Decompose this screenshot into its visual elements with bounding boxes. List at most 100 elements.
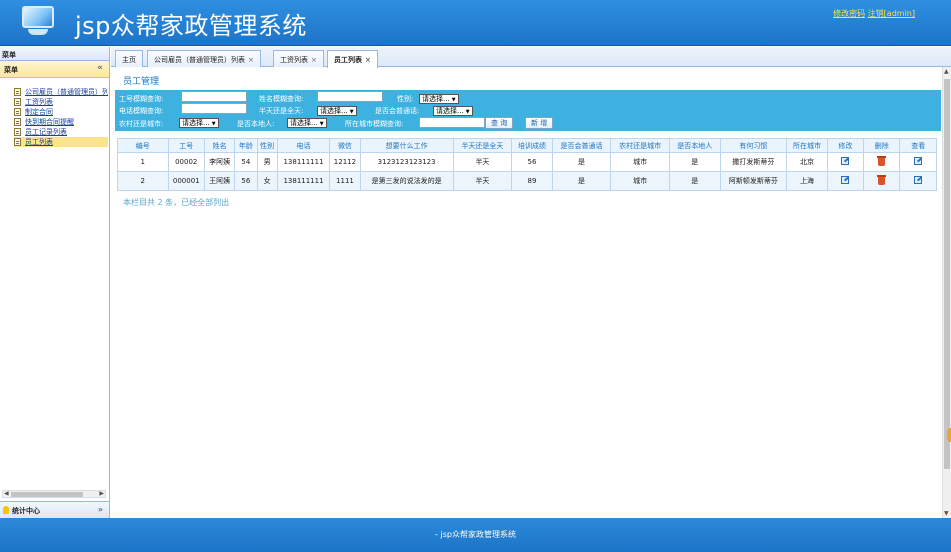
column-header: 编号	[117, 138, 169, 153]
sidebar-item-create-contract[interactable]: 制定合同	[14, 107, 108, 117]
close-icon[interactable]: ×	[248, 56, 254, 64]
stat-center-label: 统计中心	[12, 507, 40, 515]
column-header: 删除	[863, 138, 901, 153]
add-button[interactable]: 新 增	[525, 117, 554, 129]
table-cell: 138111111	[276, 152, 331, 172]
view-button[interactable]	[899, 152, 937, 172]
table-cell: 北京	[786, 152, 828, 172]
mandarin-label: 是否会普通话:	[375, 107, 420, 115]
sidebar-item-employee-admin-list[interactable]: 公司雇员（普通管理员）列表	[14, 87, 108, 97]
phone-input[interactable]	[181, 103, 247, 114]
view-icon[interactable]	[914, 176, 923, 184]
scroll-thumb[interactable]	[944, 79, 950, 469]
table-cell: 城市	[610, 152, 670, 172]
main-vertical-scrollbar[interactable]: ▲ ▼	[942, 67, 951, 518]
table-cell: 半天	[452, 152, 513, 172]
view-icon[interactable]	[914, 157, 923, 165]
table-cell: 是	[668, 171, 721, 191]
sidebar-header: 菜单	[0, 47, 109, 61]
column-header: 微信	[329, 138, 361, 153]
tab-salary-list[interactable]: 工资列表 ×	[273, 50, 324, 67]
sidebar: 菜单 菜单 « 公司雇员（普通管理员）列表 工资列表 制定合同 快到期合同提醒 …	[0, 47, 110, 518]
column-header: 培训成绩	[511, 138, 553, 153]
table-cell: 2	[117, 171, 169, 191]
sidebar-item-staff-list[interactable]: 员工列表	[14, 137, 108, 147]
column-header: 电话	[276, 138, 331, 153]
gender-select[interactable]: 请选择...	[419, 94, 459, 104]
stat-center-panel[interactable]: 统计中心 »	[0, 501, 109, 518]
column-header: 是否本地人	[668, 138, 721, 153]
tab-employee-admin-list[interactable]: 公司雇员（普通管理员）列表 ×	[147, 50, 261, 67]
edit-button[interactable]	[826, 171, 865, 191]
local-select[interactable]: 请选择...	[287, 118, 327, 128]
sidebar-item-staff-record-list[interactable]: 员工记录列表	[14, 127, 108, 137]
table-cell: 89	[511, 171, 553, 191]
edit-icon[interactable]	[841, 157, 850, 165]
table-cell: 138111111	[276, 171, 331, 191]
scroll-left-icon[interactable]: ◀	[4, 490, 9, 497]
tab-home[interactable]: 主页	[115, 50, 143, 67]
table-header-row: 编号 工号 姓名 年龄 性别 电话 微信 想要什么工作 半天还是全天 培训成绩 是否会普通话 农村还是…	[117, 138, 937, 153]
view-button[interactable]	[899, 171, 937, 191]
halfday-select[interactable]: 请选择...	[317, 106, 357, 116]
table-cell: 3123123123123	[359, 152, 454, 172]
column-header: 工号	[167, 138, 205, 153]
column-header: 修改	[826, 138, 865, 153]
trash-icon[interactable]	[877, 174, 887, 185]
scroll-up-icon[interactable]: ▲	[944, 68, 949, 75]
table-cell: 上海	[786, 171, 828, 191]
document-icon	[14, 88, 21, 96]
table-cell: 12112	[329, 152, 361, 172]
staff-id-input[interactable]	[181, 91, 247, 102]
local-label: 是否本地人:	[237, 120, 275, 128]
gender-label: 性别:	[397, 95, 414, 103]
column-header: 农村还是城市	[610, 138, 670, 153]
close-icon[interactable]: ×	[311, 56, 317, 64]
edit-icon[interactable]	[841, 176, 850, 184]
phone-label: 电话模糊查询:	[119, 107, 164, 115]
column-header: 半天还是全天	[452, 138, 513, 153]
menu-panel-title[interactable]: 菜单 «	[0, 61, 109, 78]
app-header: jsp众帮家政管理系统 修改密码 注销[admin]	[0, 0, 951, 46]
name-label: 姓名模糊查询:	[259, 95, 304, 103]
column-header: 所在城市	[786, 138, 828, 153]
top-links: 修改密码 注销[admin]	[833, 8, 915, 19]
delete-button[interactable]	[863, 171, 901, 191]
scroll-thumb[interactable]	[11, 492, 83, 497]
rural-city-select[interactable]: 请选择...	[179, 118, 219, 128]
scroll-right-icon[interactable]: ▶	[99, 490, 104, 497]
trash-icon[interactable]	[877, 155, 887, 166]
document-icon	[14, 128, 21, 136]
table-cell: 半天	[452, 171, 513, 191]
edit-button[interactable]	[826, 152, 865, 172]
table-cell: 1	[117, 152, 169, 172]
table-cell: 00002	[167, 152, 205, 172]
close-icon[interactable]: ×	[365, 56, 371, 64]
document-icon	[14, 108, 21, 116]
name-input[interactable]	[317, 91, 383, 102]
mandarin-select[interactable]: 请选择...	[433, 106, 473, 116]
sidebar-item-contract-expiry-reminder[interactable]: 快到期合同提醒	[14, 117, 108, 127]
delete-button[interactable]	[863, 152, 901, 172]
logout-link[interactable]: 注销[admin]	[868, 9, 915, 18]
staff-id-label: 工号模糊查询:	[119, 95, 164, 103]
table-cell: 54	[234, 152, 258, 172]
footer: - jsp众帮家政管理系统	[0, 518, 951, 552]
table-row: 1 00002 李阿姨 54 男 138111111 12112 3123123123123 半…	[117, 152, 937, 172]
table-cell: 王阿姨	[203, 171, 236, 191]
city-input[interactable]	[419, 117, 485, 128]
table-cell: 1111	[329, 171, 361, 191]
query-button[interactable]: 查 询	[485, 117, 514, 129]
lightbulb-icon	[3, 506, 9, 514]
expand-down-icon[interactable]: »	[98, 505, 103, 514]
table-cell: 000001	[167, 171, 205, 191]
column-header: 姓名	[203, 138, 236, 153]
sidebar-item-salary-list[interactable]: 工资列表	[14, 97, 108, 107]
sidebar-horizontal-scrollbar[interactable]: ◀ ▶	[2, 490, 106, 498]
change-password-link[interactable]: 修改密码	[833, 9, 865, 18]
tab-staff-list[interactable]: 员工列表 ×	[327, 50, 378, 68]
column-header: 性别	[256, 138, 278, 153]
scroll-down-icon[interactable]: ▼	[944, 510, 949, 517]
side-handle[interactable]	[947, 428, 951, 442]
collapse-up-icon[interactable]: «	[97, 63, 103, 73]
